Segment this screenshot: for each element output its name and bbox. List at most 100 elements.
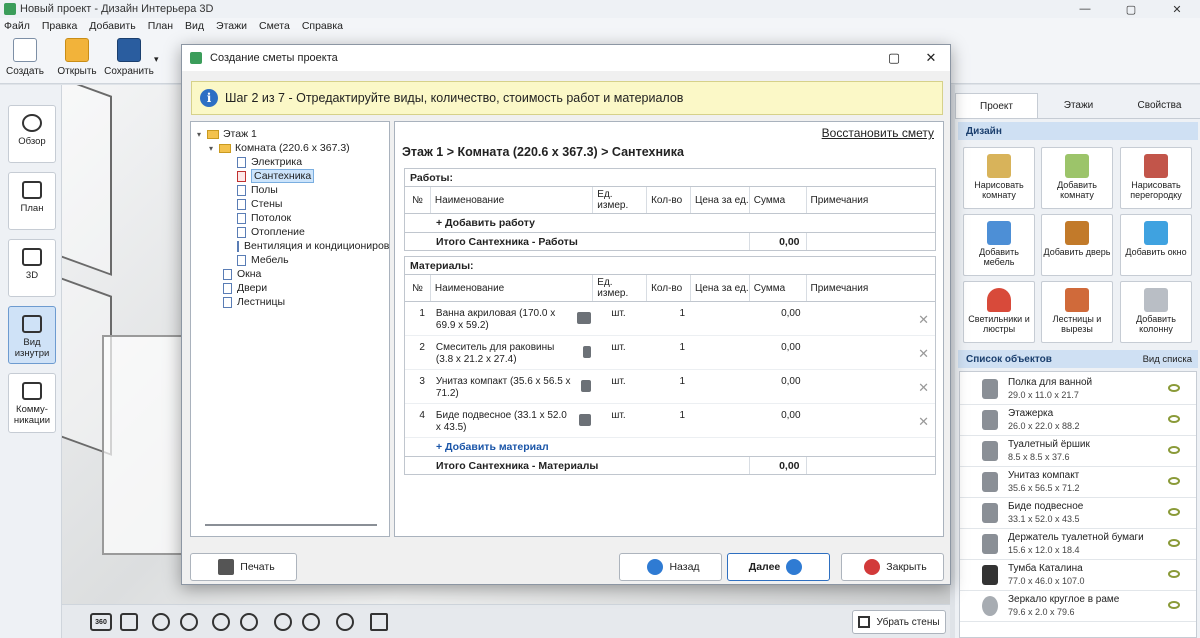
collapse-arrow-icon[interactable]: ▾ xyxy=(209,144,219,153)
tab-floors[interactable]: Этажи xyxy=(1038,93,1119,118)
tree-node-room[interactable]: ▾ Комната (220.6 x 367.3) xyxy=(209,141,350,155)
menu-plan[interactable]: План xyxy=(148,20,173,32)
cell-name[interactable]: Смеситель для раковины (3.8 x 21.2 x 27.… xyxy=(431,336,593,369)
dialog-close-button[interactable]: ✕ xyxy=(913,45,949,71)
tree-node-ventilation[interactable]: Вентиляция и кондиционирование xyxy=(237,239,389,253)
save-button[interactable]: Сохранить xyxy=(104,36,154,82)
list-item[interactable]: Этажерка 26.0 x 22.0 x 88.2 xyxy=(960,405,1196,436)
tree-node-ceiling[interactable]: Потолок xyxy=(237,211,291,225)
cell-price[interactable] xyxy=(691,370,750,403)
lights-button[interactable]: Светильники и люстры xyxy=(963,281,1035,343)
list-item[interactable]: Полка для ванной 29.0 x 11.0 x 21.7 xyxy=(960,374,1196,405)
menu-view[interactable]: Вид xyxy=(185,20,204,32)
cell-note[interactable] xyxy=(807,336,935,369)
cell-note[interactable] xyxy=(807,302,935,335)
cell-name[interactable]: Ванна акриловая (170.0 x 69.9 x 59.2) xyxy=(431,302,593,335)
cell-note[interactable] xyxy=(807,370,935,403)
cell-price[interactable] xyxy=(691,404,750,437)
tree-node-electrics[interactable]: Электрика xyxy=(237,155,302,169)
menu-floors[interactable]: Этажи xyxy=(216,20,247,32)
menu-help[interactable]: Справка xyxy=(302,20,343,32)
tree-node-floor[interactable]: ▾ Этаж 1 xyxy=(197,127,257,141)
cell-name[interactable]: Биде подвесное (33.1 x 52.0 x 43.5) xyxy=(431,404,593,437)
visibility-eye-icon[interactable] xyxy=(1168,446,1180,454)
tree-node-doors[interactable]: Двери xyxy=(223,281,267,295)
table-row[interactable]: 1 Ванна акриловая (170.0 x 69.9 x 59.2) … xyxy=(405,302,935,336)
table-row[interactable]: 4 Биде подвесное (33.1 x 52.0 x 43.5) шт… xyxy=(405,404,935,438)
menu-file[interactable]: Файл xyxy=(4,20,30,32)
list-item[interactable]: Биде подвесное 33.1 x 52.0 x 43.5 xyxy=(960,498,1196,529)
delete-row-icon[interactable]: ✕ xyxy=(918,414,929,430)
print-button[interactable]: Печать xyxy=(190,553,297,581)
add-door-button[interactable]: Добавить дверь xyxy=(1041,214,1113,276)
nav-3d-button[interactable]: 3D xyxy=(8,239,56,297)
rotate-360-button[interactable]: 360 xyxy=(90,613,112,631)
list-item[interactable]: Тумба Каталина 77.0 x 46.0 x 107.0 xyxy=(960,560,1196,591)
remove-walls-button[interactable]: Убрать стены xyxy=(852,610,946,634)
stairs-button[interactable]: Лестницы и вырезы xyxy=(1041,281,1113,343)
zoom-out-icon[interactable] xyxy=(152,613,170,631)
list-view-toggle[interactable]: Вид списка xyxy=(1143,354,1192,365)
close-button[interactable]: Закрыть xyxy=(841,553,944,581)
collapse-arrow-icon[interactable]: ▾ xyxy=(197,130,207,139)
home-icon[interactable] xyxy=(370,613,388,631)
minimize-button[interactable]: — xyxy=(1062,0,1108,18)
tree-node-furniture[interactable]: Мебель xyxy=(237,253,289,267)
delete-row-icon[interactable]: ✕ xyxy=(918,312,929,328)
table-row[interactable]: 3 Унитаз компакт (35.6 x 56.5 x 71.2) шт… xyxy=(405,370,935,404)
rotate-right-icon[interactable] xyxy=(240,613,258,631)
cell-price[interactable] xyxy=(691,302,750,335)
nav-overview-button[interactable]: Обзор xyxy=(8,105,56,163)
delete-row-icon[interactable]: ✕ xyxy=(918,380,929,396)
list-item[interactable]: Унитаз компакт 35.6 x 56.5 x 71.2 xyxy=(960,467,1196,498)
delete-row-icon[interactable]: ✕ xyxy=(918,346,929,362)
table-row[interactable]: 2 Смеситель для раковины (3.8 x 21.2 x 2… xyxy=(405,336,935,370)
next-button[interactable]: Далее xyxy=(727,553,830,581)
restore-estimate-link[interactable]: Восстановить смету xyxy=(822,126,934,140)
visibility-eye-icon[interactable] xyxy=(1168,477,1180,485)
list-item[interactable]: Туалетный ёршик 8.5 x 8.5 x 37.6 xyxy=(960,436,1196,467)
tree-node-plumbing[interactable]: Сантехника xyxy=(237,169,315,183)
rotate-left-icon[interactable] xyxy=(212,613,230,631)
zoom-in-icon[interactable] xyxy=(180,613,198,631)
visibility-eye-icon[interactable] xyxy=(1168,539,1180,547)
cell-unit[interactable]: шт. xyxy=(593,302,647,335)
visibility-eye-icon[interactable] xyxy=(1168,570,1180,578)
list-item[interactable]: Держатель туалетной бумаги 15.6 x 12.0 x… xyxy=(960,529,1196,560)
add-room-button[interactable]: Добавить комнату xyxy=(1041,147,1113,209)
objects-list[interactable]: Полка для ванной 29.0 x 11.0 x 21.7 Этаж… xyxy=(959,371,1197,638)
nav-communications-button[interactable]: Комму-никации xyxy=(8,373,56,433)
cell-unit[interactable]: шт. xyxy=(593,404,647,437)
tree-node-floors[interactable]: Полы xyxy=(237,183,278,197)
visibility-eye-icon[interactable] xyxy=(1168,601,1180,609)
cell-unit[interactable]: шт. xyxy=(593,370,647,403)
draw-partition-button[interactable]: Нарисовать перегородку xyxy=(1120,147,1192,209)
tree-node-stairs[interactable]: Лестницы xyxy=(223,295,285,309)
category-tree[interactable]: ▾ Этаж 1 ▾ Комната (220.6 x 367.3) Элект… xyxy=(190,121,390,537)
draw-room-button[interactable]: Нарисовать комнату xyxy=(963,147,1035,209)
visibility-eye-icon[interactable] xyxy=(1168,508,1180,516)
list-item[interactable]: Зеркало круглое в раме 79.6 x 2.0 x 79.6 xyxy=(960,591,1196,622)
tree-horizontal-scrollbar[interactable] xyxy=(205,524,377,526)
menu-estimate[interactable]: Смета xyxy=(259,20,290,32)
hand-pan-icon[interactable] xyxy=(120,613,138,631)
cell-qty[interactable]: 1 xyxy=(647,370,691,403)
menu-edit[interactable]: Правка xyxy=(42,20,77,32)
close-window-button[interactable]: ✕ xyxy=(1154,0,1200,18)
dialog-maximize-button[interactable]: ▢ xyxy=(876,45,912,71)
maximize-button[interactable]: ▢ xyxy=(1108,0,1154,18)
tree-node-walls[interactable]: Стены xyxy=(237,197,282,211)
tree-node-windows[interactable]: Окна xyxy=(223,267,261,281)
add-work-link[interactable]: + Добавить работу xyxy=(405,214,935,232)
light-bulb-icon[interactable] xyxy=(336,613,354,631)
tree-node-heating[interactable]: Отопление xyxy=(237,225,305,239)
add-material-link[interactable]: + Добавить материал xyxy=(405,438,935,456)
save-dropdown-chevron-icon[interactable]: ▾ xyxy=(154,54,159,65)
add-column-button[interactable]: Добавить колонну xyxy=(1120,281,1192,343)
cell-note[interactable] xyxy=(807,404,935,437)
cell-qty[interactable]: 1 xyxy=(647,336,691,369)
tab-project[interactable]: Проект xyxy=(955,93,1038,118)
cell-name[interactable]: Унитаз компакт (35.6 x 56.5 x 71.2) xyxy=(431,370,593,403)
tilt-down-icon[interactable] xyxy=(302,613,320,631)
tab-properties[interactable]: Свойства xyxy=(1119,93,1200,118)
